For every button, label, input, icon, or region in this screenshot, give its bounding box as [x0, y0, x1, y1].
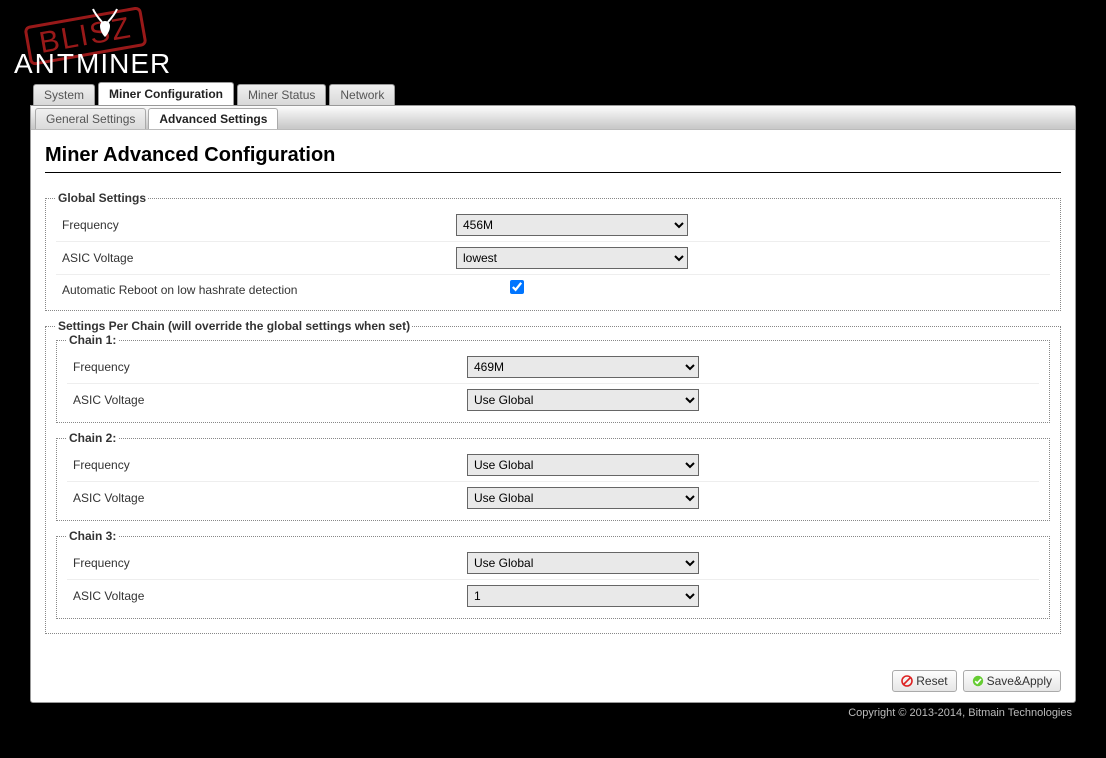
tab-miner-configuration[interactable]: Miner Configuration	[98, 82, 234, 105]
select-chain3-voltage[interactable]: 1	[467, 585, 699, 607]
chain3-fieldset: Chain 3: Frequency Use Global ASIC Volta…	[56, 529, 1050, 619]
row-auto-reboot: Automatic Reboot on low hashrate detecti…	[56, 274, 1050, 304]
brand-ant: ANT	[14, 48, 76, 79]
content-area: Miner Advanced Configuration Global Sett…	[31, 130, 1075, 660]
row-chain3-frequency: Frequency Use Global	[67, 547, 1039, 579]
per-chain-legend: Settings Per Chain (will override the gl…	[56, 319, 412, 333]
save-apply-button-label: Save&Apply	[987, 674, 1052, 688]
row-chain1-voltage: ASIC Voltage Use Global	[67, 383, 1039, 416]
row-global-frequency: Frequency 456M	[56, 209, 1050, 241]
row-chain2-frequency: Frequency Use Global	[67, 449, 1039, 481]
main-panel: General Settings Advanced Settings Miner…	[30, 105, 1076, 703]
chain1-fieldset: Chain 1: Frequency 469M ASIC Voltage Use…	[56, 333, 1050, 423]
main-tabs: System Miner Configuration Miner Status …	[33, 82, 1106, 105]
tab-system[interactable]: System	[33, 84, 95, 105]
label-chain2-frequency: Frequency	[67, 458, 467, 472]
per-chain-fieldset: Settings Per Chain (will override the gl…	[45, 319, 1061, 634]
tab-miner-status[interactable]: Miner Status	[237, 84, 326, 105]
row-chain1-frequency: Frequency 469M	[67, 351, 1039, 383]
actions-bar: Reset Save&Apply	[31, 660, 1075, 702]
page-title: Miner Advanced Configuration	[45, 144, 1061, 173]
select-chain1-frequency[interactable]: 469M	[467, 356, 699, 378]
brand-miner: MINER	[76, 48, 171, 79]
label-global-frequency: Frequency	[56, 218, 456, 232]
label-chain1-frequency: Frequency	[67, 360, 467, 374]
label-chain2-voltage: ASIC Voltage	[67, 491, 467, 505]
row-global-voltage: ASIC Voltage lowest	[56, 241, 1050, 274]
select-global-voltage[interactable]: lowest	[456, 247, 688, 269]
select-chain2-frequency[interactable]: Use Global	[467, 454, 699, 476]
reset-button[interactable]: Reset	[892, 670, 956, 692]
apply-icon	[972, 675, 984, 687]
tab-network[interactable]: Network	[329, 84, 395, 105]
cancel-icon	[901, 675, 913, 687]
row-chain3-voltage: ASIC Voltage 1	[67, 579, 1039, 612]
tab-general-settings[interactable]: General Settings	[35, 108, 146, 129]
sub-tabs: General Settings Advanced Settings	[31, 106, 1075, 130]
global-settings-legend: Global Settings	[56, 191, 148, 205]
chain1-legend: Chain 1:	[67, 333, 118, 347]
header-logo-area: BLISZ ANTMINER	[0, 0, 1106, 82]
mascot-icon	[88, 8, 122, 42]
select-global-frequency[interactable]: 456M	[456, 214, 688, 236]
reset-button-label: Reset	[916, 674, 947, 688]
label-chain3-voltage: ASIC Voltage	[67, 589, 467, 603]
chain2-fieldset: Chain 2: Frequency Use Global ASIC Volta…	[56, 431, 1050, 521]
select-chain2-voltage[interactable]: Use Global	[467, 487, 699, 509]
row-chain2-voltage: ASIC Voltage Use Global	[67, 481, 1039, 514]
label-chain1-voltage: ASIC Voltage	[67, 393, 467, 407]
global-settings-fieldset: Global Settings Frequency 456M ASIC Volt…	[45, 191, 1061, 311]
chain3-legend: Chain 3:	[67, 529, 118, 543]
footer-copyright: Copyright © 2013-2014, Bitmain Technolog…	[0, 703, 1106, 719]
label-global-voltage: ASIC Voltage	[56, 251, 456, 265]
label-chain3-frequency: Frequency	[67, 556, 467, 570]
label-auto-reboot: Automatic Reboot on low hashrate detecti…	[56, 283, 456, 297]
tab-advanced-settings[interactable]: Advanced Settings	[148, 108, 278, 129]
checkbox-auto-reboot[interactable]	[510, 280, 524, 294]
save-apply-button[interactable]: Save&Apply	[963, 670, 1061, 692]
chain2-legend: Chain 2:	[67, 431, 118, 445]
select-chain3-frequency[interactable]: Use Global	[467, 552, 699, 574]
select-chain1-voltage[interactable]: Use Global	[467, 389, 699, 411]
